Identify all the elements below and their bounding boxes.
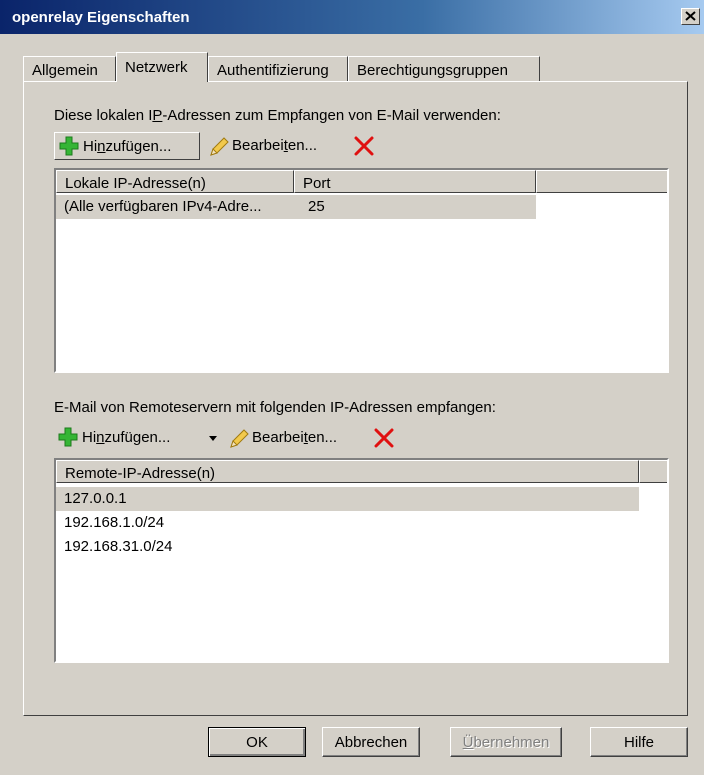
tab-allgemein[interactable]: Allgemein xyxy=(23,56,116,82)
ok-label: OK xyxy=(246,734,268,751)
close-icon xyxy=(685,11,696,21)
tab-netzwerk[interactable]: Netzwerk xyxy=(116,52,208,82)
cancel-button[interactable]: Abbrechen xyxy=(322,727,420,757)
window-title: openrelay Eigenschaften xyxy=(12,9,190,26)
tab-label: Allgemein xyxy=(32,62,98,79)
tab-berechtigungsgruppen[interactable]: Berechtigungsgruppen xyxy=(348,56,540,82)
close-button[interactable] xyxy=(681,8,700,25)
tab-panel-netzwerk xyxy=(23,81,688,716)
title-bar[interactable]: openrelay Eigenschaften xyxy=(0,0,704,34)
help-button[interactable]: Hilfe xyxy=(590,727,688,757)
help-label: Hilfe xyxy=(623,734,654,751)
ok-button[interactable]: OK xyxy=(208,727,306,757)
tab-authentifizierung[interactable]: Authentifizierung xyxy=(208,56,348,82)
apply-button[interactable]: Übernehmen xyxy=(450,727,562,757)
cancel-label: Abbrechen xyxy=(334,734,408,751)
tab-label: Netzwerk xyxy=(125,59,188,76)
tab-label: Berechtigungsgruppen xyxy=(357,62,508,79)
tab-label: Authentifizierung xyxy=(217,62,329,79)
apply-label: Übernehmen xyxy=(462,734,550,751)
